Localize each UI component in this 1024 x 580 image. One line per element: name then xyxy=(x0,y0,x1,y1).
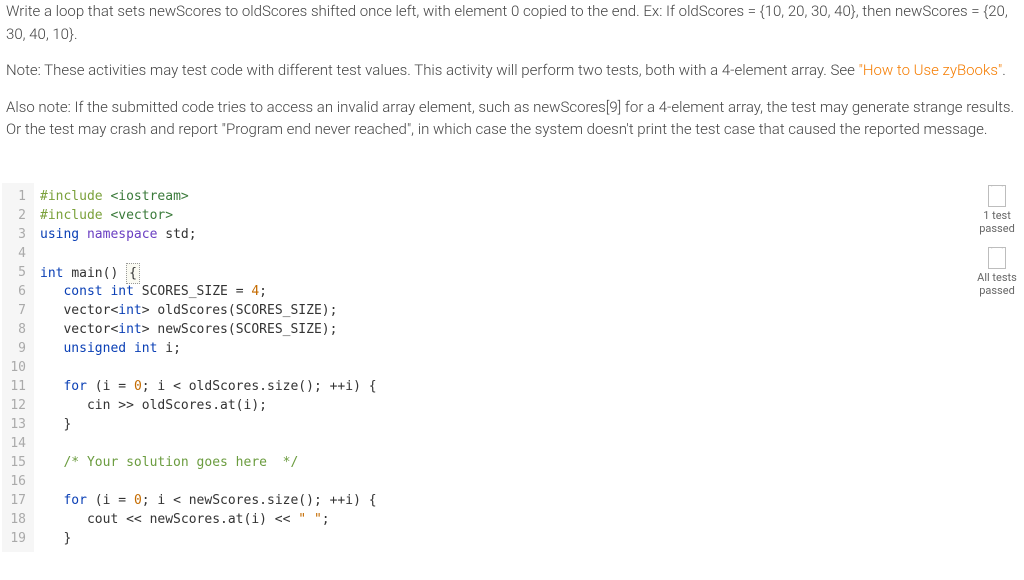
code-line[interactable] xyxy=(40,244,377,263)
code-line[interactable]: for (i = 0; i < oldScores.size(); ++i) { xyxy=(40,377,377,396)
test-status-box-icon xyxy=(988,185,1006,207)
how-to-use-zybooks-link[interactable]: "How to Use zyBooks" xyxy=(859,61,1003,79)
code-line[interactable]: cin >> oldScores.at(i); xyxy=(40,396,377,415)
code-line[interactable]: } xyxy=(40,415,377,434)
code-line[interactable]: cout << newScores.at(i) << " "; xyxy=(40,510,377,529)
line-number-gutter: 12345678910111213141516171819 xyxy=(2,183,34,552)
code-line[interactable]: #include <vector> xyxy=(40,206,377,225)
test-status-column: 1 testpassed All testspassed xyxy=(972,183,1022,552)
code-content[interactable]: #include <iostream>#include <vector>usin… xyxy=(34,183,377,552)
code-line[interactable]: unsigned int i; xyxy=(40,339,377,358)
code-line[interactable]: vector<int> newScores(SCORES_SIZE); xyxy=(40,320,377,339)
code-line[interactable] xyxy=(40,358,377,377)
test-status-box-icon xyxy=(988,247,1006,269)
test-status-label: 1 testpassed xyxy=(972,209,1022,235)
code-line[interactable]: /* Your solution goes here */ xyxy=(40,453,377,472)
code-line[interactable]: for (i = 0; i < newScores.size(); ++i) { xyxy=(40,491,377,510)
instruction-paragraph: Also note: If the submitted code tries t… xyxy=(6,96,1018,141)
code-line[interactable]: vector<int> oldScores(SCORES_SIZE); xyxy=(40,301,377,320)
instruction-text: Note: These activities may test code wit… xyxy=(6,61,859,79)
code-editor[interactable]: 12345678910111213141516171819 #include <… xyxy=(2,183,964,552)
code-line[interactable] xyxy=(40,472,377,491)
code-line[interactable]: #include <iostream> xyxy=(40,187,377,206)
instruction-text: . xyxy=(1002,61,1006,79)
test-status-item: 1 testpassed xyxy=(972,185,1022,235)
code-line[interactable]: using namespace std; xyxy=(40,225,377,244)
code-line[interactable]: } xyxy=(40,529,377,548)
code-line[interactable] xyxy=(40,434,377,453)
test-status-item: All testspassed xyxy=(972,247,1022,297)
problem-instructions: Write a loop that sets newScores to oldS… xyxy=(2,0,1022,175)
instruction-paragraph: Write a loop that sets newScores to oldS… xyxy=(6,0,1018,45)
code-line[interactable]: const int SCORES_SIZE = 4; xyxy=(40,282,377,301)
code-line[interactable]: int main() { xyxy=(40,263,377,282)
instruction-paragraph: Note: These activities may test code wit… xyxy=(6,59,1018,82)
test-status-label: All testspassed xyxy=(972,271,1022,297)
